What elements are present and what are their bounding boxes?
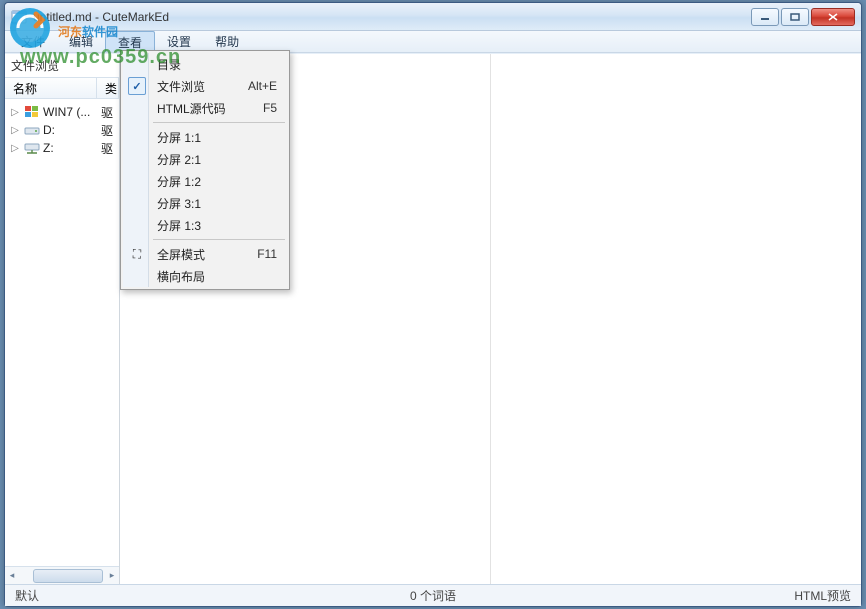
scroll-thumb[interactable]: [33, 569, 103, 583]
minimize-button[interactable]: [751, 8, 779, 26]
menu-fullscreen[interactable]: ⛶ 全屏模式 F11: [123, 243, 287, 265]
file-browser-panel: 文件浏览 名称 类 ▷ WIN7 (... 驱 ▷ D: 驱: [5, 54, 120, 584]
menu-split-2-1[interactable]: 分屏 2:1: [123, 148, 287, 170]
menu-label: 横向布局: [157, 268, 205, 285]
menu-file[interactable]: 文件: [9, 31, 57, 52]
tree-row-z[interactable]: ▷ Z: 驱: [7, 139, 117, 157]
expand-icon[interactable]: ▷: [9, 143, 21, 154]
file-browser-header[interactable]: 名称 类: [5, 77, 119, 99]
file-tree[interactable]: ▷ WIN7 (... 驱 ▷ D: 驱 ▷ Z: 驱: [5, 99, 119, 566]
menu-horizontal-layout[interactable]: 横向布局: [123, 265, 287, 287]
sidebar-hscroll[interactable]: ◂ ▸: [5, 566, 119, 584]
menu-edit[interactable]: 编辑: [57, 31, 105, 52]
menu-toc[interactable]: 目录: [123, 53, 287, 75]
menu-split-1-1[interactable]: 分屏 1:1: [123, 126, 287, 148]
menu-html-source[interactable]: HTML源代码 F5: [123, 97, 287, 119]
menu-label: 分屏 2:1: [157, 151, 201, 168]
tree-suffix: 驱: [101, 140, 117, 157]
tree-row-d[interactable]: ▷ D: 驱: [7, 121, 117, 139]
menu-separator: [153, 239, 285, 240]
statusbar: 默认 0 个词语 HTML预览: [5, 584, 861, 606]
status-mode: 默认: [15, 587, 155, 604]
view-menu-dropdown: 目录 ✓ 文件浏览 Alt+E HTML源代码 F5 分屏 1:1 分屏 2:1…: [120, 50, 290, 290]
menu-label: 分屏 1:1: [157, 129, 201, 146]
titlebar[interactable]: untitled.md - CuteMarkEd: [5, 3, 861, 31]
html-preview: [491, 54, 861, 584]
check-icon: ✓: [128, 77, 146, 95]
menu-split-1-3[interactable]: 分屏 1:3: [123, 214, 287, 236]
col-name[interactable]: 名称: [5, 78, 97, 98]
menu-help[interactable]: 帮助: [203, 31, 251, 52]
tree-label: WIN7 (...: [43, 105, 90, 119]
fullscreen-icon: ⛶: [129, 247, 145, 262]
window-title: untitled.md - CuteMarkEd: [33, 10, 751, 24]
menu-label: 分屏 3:1: [157, 195, 201, 212]
window-buttons: [751, 8, 855, 26]
menu-label: HTML源代码: [157, 100, 226, 117]
menu-shortcut: F11: [257, 247, 277, 261]
drive-icon: [24, 122, 40, 138]
scroll-left-icon[interactable]: ◂: [5, 570, 19, 581]
maximize-button[interactable]: [781, 8, 809, 26]
menu-label: 全屏模式: [157, 246, 205, 263]
menu-file-browser[interactable]: ✓ 文件浏览 Alt+E: [123, 75, 287, 97]
expand-icon[interactable]: ▷: [9, 125, 21, 136]
scroll-right-icon[interactable]: ▸: [105, 570, 119, 581]
menu-label: 分屏 1:3: [157, 217, 201, 234]
menu-label: 目录: [157, 56, 181, 73]
menu-shortcut: F5: [263, 101, 277, 115]
expand-icon[interactable]: ▷: [9, 107, 21, 118]
tree-label: Z:: [43, 141, 54, 155]
app-icon: [11, 9, 27, 25]
tree-row-win7[interactable]: ▷ WIN7 (... 驱: [7, 103, 117, 121]
col-type[interactable]: 类: [97, 78, 119, 98]
status-preview-label: HTML预览: [711, 587, 851, 604]
tree-suffix: 驱: [101, 122, 117, 139]
menu-split-1-2[interactable]: 分屏 1:2: [123, 170, 287, 192]
file-browser-title: 文件浏览: [5, 54, 119, 77]
tree-suffix: 驱: [101, 104, 117, 121]
menu-split-3-1[interactable]: 分屏 3:1: [123, 192, 287, 214]
menu-view[interactable]: 查看: [105, 31, 155, 52]
tree-label: D:: [43, 123, 55, 137]
network-drive-icon: [24, 140, 40, 156]
status-wordcount: 0 个词语: [155, 587, 711, 604]
menu-label: 文件浏览: [157, 78, 205, 95]
close-button[interactable]: [811, 8, 855, 26]
menu-label: 分屏 1:2: [157, 173, 201, 190]
windows-icon: [24, 104, 40, 120]
menu-shortcut: Alt+E: [248, 79, 277, 93]
menu-settings[interactable]: 设置: [155, 31, 203, 52]
menu-separator: [153, 122, 285, 123]
